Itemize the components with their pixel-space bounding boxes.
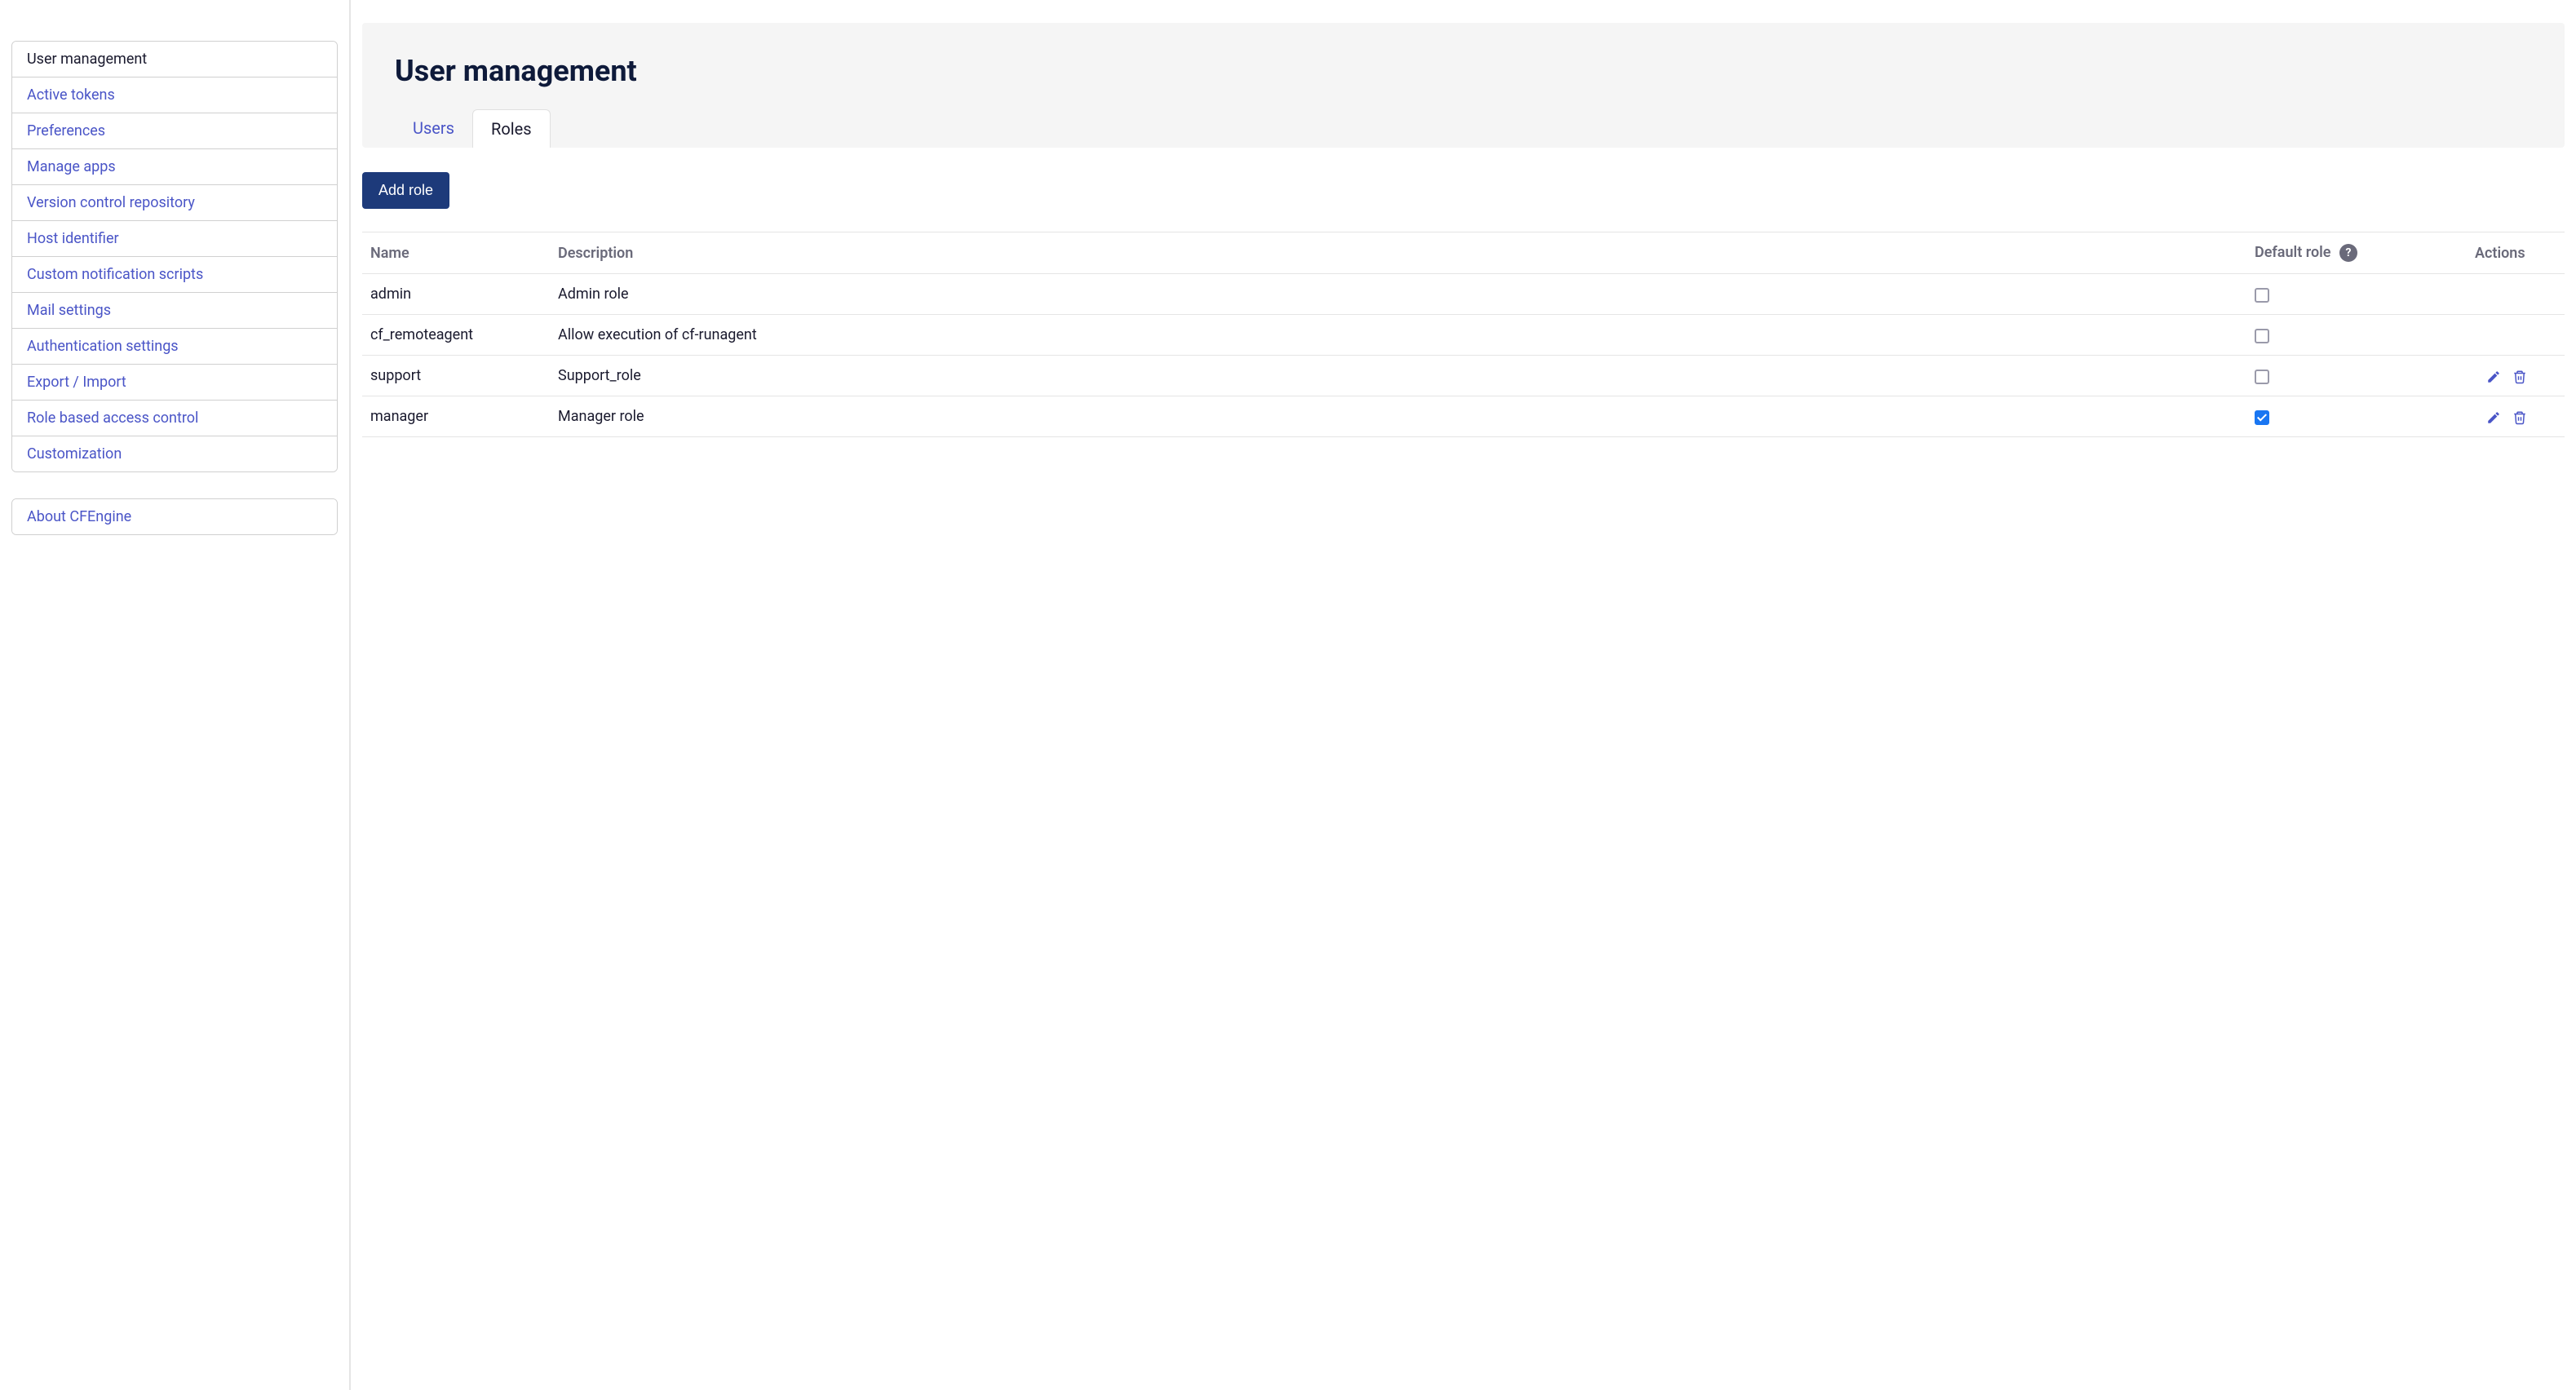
sidebar-item-user-management[interactable]: User management [12, 42, 337, 77]
cell-description: Manager role [550, 396, 2246, 437]
cell-description: Allow execution of cf-runagent [550, 315, 2246, 356]
delete-icon[interactable] [2512, 410, 2527, 425]
tabs: UsersRoles [395, 109, 2532, 148]
sidebar-secondary-list: About CFEngine [11, 498, 338, 535]
cell-name: cf_remoteagent [362, 315, 550, 356]
cell-actions [2467, 356, 2565, 396]
default-role-checkbox[interactable] [2255, 410, 2269, 425]
edit-icon[interactable] [2486, 410, 2501, 425]
page-title: User management [395, 54, 2532, 88]
sidebar-item-about-cfengine[interactable]: About CFEngine [12, 499, 337, 534]
table-row: adminAdmin role [362, 274, 2565, 315]
edit-icon[interactable] [2486, 370, 2501, 384]
th-actions: Actions [2467, 232, 2565, 274]
table-row: managerManager role [362, 396, 2565, 437]
cell-default [2246, 356, 2467, 396]
cell-default [2246, 396, 2467, 437]
cell-description: Admin role [550, 274, 2246, 315]
main-content: User management UsersRoles Add role Name… [351, 0, 2576, 1390]
help-icon[interactable]: ? [2339, 244, 2357, 262]
sidebar-item-custom-notification-scripts[interactable]: Custom notification scripts [12, 257, 337, 293]
sidebar-item-host-identifier[interactable]: Host identifier [12, 221, 337, 257]
table-row: supportSupport_role [362, 356, 2565, 396]
tab-users[interactable]: Users [395, 109, 472, 148]
sidebar-item-version-control-repository[interactable]: Version control repository [12, 185, 337, 221]
tab-roles[interactable]: Roles [472, 109, 551, 148]
default-role-checkbox[interactable] [2255, 329, 2269, 343]
sidebar-item-customization[interactable]: Customization [12, 436, 337, 471]
sidebar-item-export-import[interactable]: Export / Import [12, 365, 337, 401]
th-default-role-label: Default role [2255, 244, 2331, 261]
cell-description: Support_role [550, 356, 2246, 396]
delete-icon[interactable] [2512, 370, 2527, 384]
cell-name: support [362, 356, 550, 396]
default-role-checkbox[interactable] [2255, 288, 2269, 303]
th-description: Description [550, 232, 2246, 274]
sidebar-item-mail-settings[interactable]: Mail settings [12, 293, 337, 329]
th-name: Name [362, 232, 550, 274]
roles-table: Name Description Default role ? Actions … [362, 232, 2565, 437]
add-role-button[interactable]: Add role [362, 172, 449, 209]
sidebar-item-active-tokens[interactable]: Active tokens [12, 77, 337, 113]
default-role-checkbox[interactable] [2255, 370, 2269, 384]
sidebar-primary-list: User managementActive tokensPreferencesM… [11, 41, 338, 472]
cell-actions [2467, 315, 2565, 356]
cell-actions [2467, 274, 2565, 315]
sidebar-item-preferences[interactable]: Preferences [12, 113, 337, 149]
page-header: User management UsersRoles [362, 23, 2565, 148]
sidebar: User managementActive tokensPreferencesM… [0, 0, 351, 1390]
sidebar-item-manage-apps[interactable]: Manage apps [12, 149, 337, 185]
cell-default [2246, 315, 2467, 356]
tab-content: Add role Name Description Default role ?… [362, 148, 2565, 437]
cell-default [2246, 274, 2467, 315]
sidebar-item-role-based-access-control[interactable]: Role based access control [12, 401, 337, 436]
th-default-role: Default role ? [2246, 232, 2467, 274]
table-row: cf_remoteagentAllow execution of cf-runa… [362, 315, 2565, 356]
cell-name: manager [362, 396, 550, 437]
cell-name: admin [362, 274, 550, 315]
sidebar-item-authentication-settings[interactable]: Authentication settings [12, 329, 337, 365]
cell-actions [2467, 396, 2565, 437]
